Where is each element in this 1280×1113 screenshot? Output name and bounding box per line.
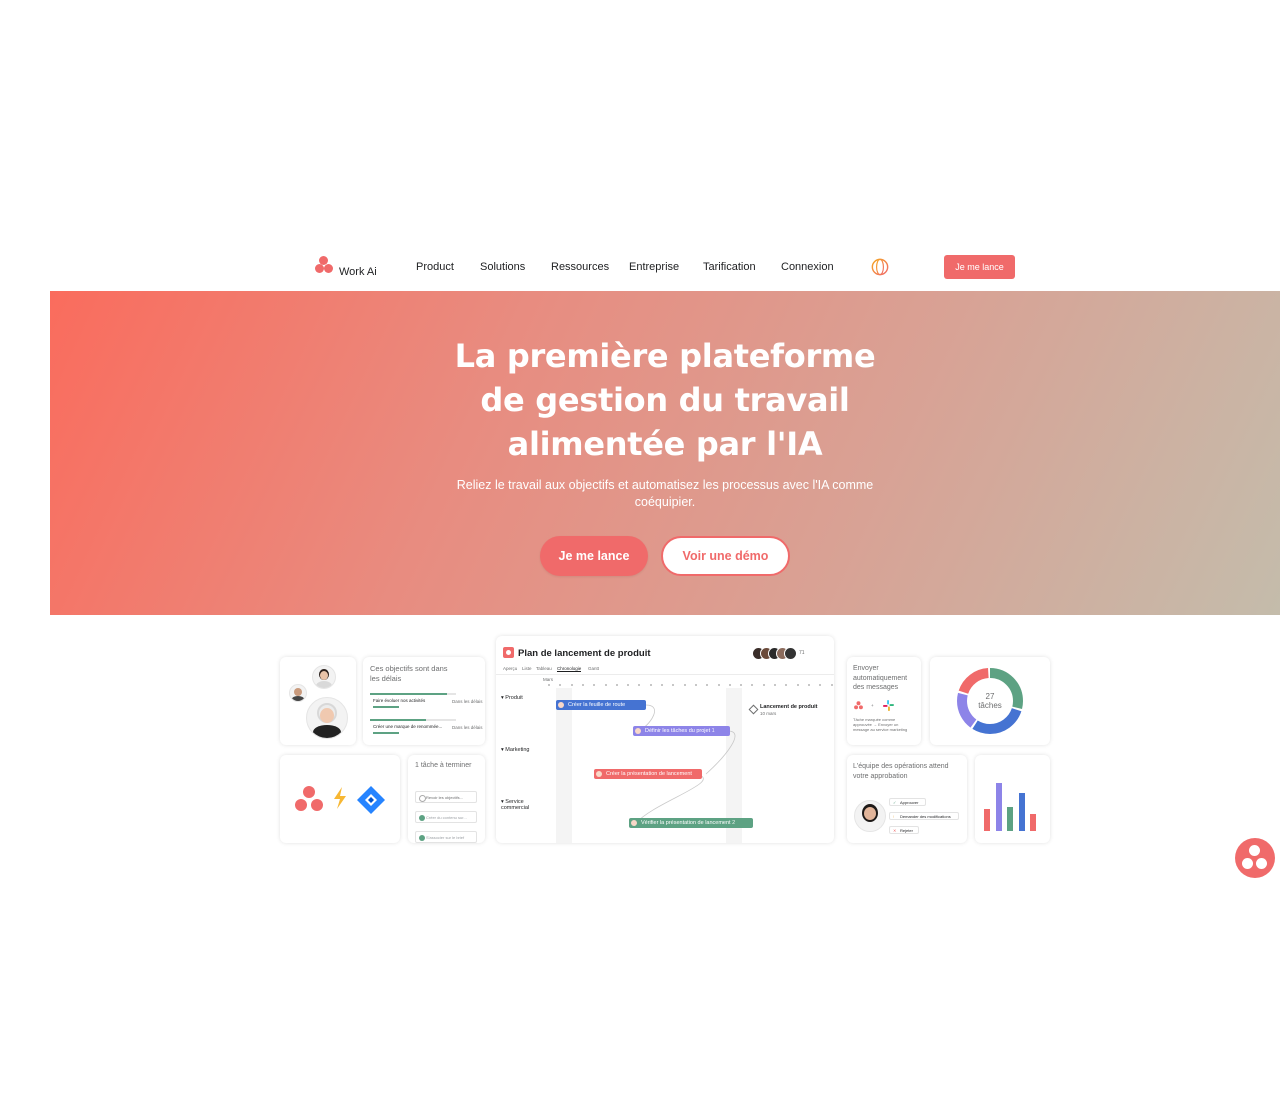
hero-title: La première plateforme de gestion du tra… xyxy=(50,334,1280,466)
asana-logo-icon xyxy=(854,701,863,710)
approval-card: L'équipe des opérations attend votre app… xyxy=(847,755,967,843)
check-circle-icon xyxy=(419,795,426,802)
request-changes-button[interactable]: ! Demander des modifications xyxy=(889,812,959,820)
lightning-icon xyxy=(334,787,346,809)
integrations-card xyxy=(280,755,400,843)
slack-logo-icon xyxy=(883,700,894,711)
automation-detail: Tâche marquée comme approuvée → Envoyer … xyxy=(853,717,908,732)
avatar xyxy=(289,684,307,702)
task-item-label: S'associer sur le brief xyxy=(426,835,465,840)
goal-item-label: Faire évoluer nos activités xyxy=(373,698,426,703)
help-widget-button[interactable] xyxy=(1235,838,1275,878)
logo-dot-icon xyxy=(315,264,324,273)
jira-logo-icon xyxy=(357,786,385,814)
mini-bar-chart xyxy=(984,783,1042,831)
mini-bar xyxy=(1007,807,1013,831)
hero-title-line: alimentée par l'IA xyxy=(507,425,823,463)
timeline-task-bar[interactable]: Vérifier la présentation de lancement 2 xyxy=(629,818,753,828)
top-nav: Work Ai Product Solutions Ressources Ent… xyxy=(0,250,1280,290)
donut-center-label: 27 tâches xyxy=(955,692,1025,710)
watch-demo-button[interactable]: Voir une démo xyxy=(661,536,790,576)
asana-logo-icon xyxy=(295,786,323,811)
logo-dot-icon xyxy=(1249,845,1260,856)
approve-button[interactable]: ✓ Approuver xyxy=(889,798,926,806)
task-item-label: Créer du contenu sur... xyxy=(426,815,467,820)
avatar xyxy=(854,800,886,832)
task-item-label: Revoir les objectifs... xyxy=(426,795,463,800)
hero-section: La première plateforme de gestion du tra… xyxy=(50,291,1280,615)
close-icon: ✕ xyxy=(893,828,897,833)
dependency-lines xyxy=(635,704,736,824)
get-started-button[interactable]: Je me lance xyxy=(540,536,648,576)
brand-name: Work Ai xyxy=(339,266,377,278)
plus-icon: + xyxy=(871,703,874,708)
timeline-task-bar[interactable]: Définir les tâches du projet 1 xyxy=(633,726,730,736)
mini-bar xyxy=(1018,792,1025,831)
donut-value: 27 xyxy=(985,692,995,701)
globe-icon[interactable] xyxy=(871,258,889,276)
goal-item-status: Dans les délais xyxy=(452,725,483,730)
goal-item-label: Créer une marque de renommée... xyxy=(373,724,443,729)
nav-link-product[interactable]: Product xyxy=(416,261,454,273)
check-circle-icon xyxy=(419,835,425,841)
bar-chart-card xyxy=(975,755,1050,843)
warning-icon: ! xyxy=(893,814,895,819)
tasks-card: 1 tâche à terminer Revoir les objectifs.… xyxy=(408,755,485,843)
avatar xyxy=(306,697,348,739)
mini-bar xyxy=(1030,814,1036,831)
timeline-task-bar[interactable]: Créer la présentation de lancement xyxy=(594,769,702,779)
nav-link-tarification[interactable]: Tarification xyxy=(703,261,756,273)
automation-card: Envoyer automatiquement des messages + T… xyxy=(847,657,921,745)
goals-card: Ces objectifs sont dans les délais Faire… xyxy=(363,657,485,745)
nav-link-ressources[interactable]: Ressources xyxy=(551,261,609,273)
logo-dot-icon xyxy=(324,264,333,273)
hero-title-line: La première plateforme xyxy=(454,337,876,375)
goal-item-status: Dans les délais xyxy=(452,699,483,704)
hero-title-line: de gestion du travail xyxy=(480,381,850,419)
avatar xyxy=(312,665,336,689)
mini-bar xyxy=(984,809,990,831)
team-avatars-card xyxy=(280,657,356,745)
goal-meta xyxy=(373,706,399,708)
logo-dot-icon xyxy=(1256,858,1267,869)
reject-button[interactable]: ✕ Rejeter xyxy=(889,826,919,834)
tasks-donut-card: 27 tâches xyxy=(930,657,1050,745)
milestone-date: 10 mars xyxy=(760,711,777,716)
nav-signup-button[interactable]: Je me lance xyxy=(944,255,1015,279)
check-icon: ✓ xyxy=(893,800,897,805)
tasks-title: 1 tâche à terminer xyxy=(415,762,472,769)
project-timeline-card: Plan de lancement de produit 71 Aperçu L… xyxy=(496,636,834,843)
nav-link-entreprise[interactable]: Entreprise xyxy=(629,261,679,273)
logo-dot-icon xyxy=(1242,858,1253,869)
mini-bar xyxy=(995,783,1002,831)
automation-title: Envoyer automatiquement des messages xyxy=(853,665,908,691)
goals-title: Ces objectifs sont dans les délais xyxy=(370,664,448,683)
brand-logo[interactable]: Work Ai xyxy=(315,256,395,282)
task-item[interactable]: Créer du contenu sur... xyxy=(415,811,477,823)
nav-link-solutions[interactable]: Solutions xyxy=(480,261,525,273)
goal-meta xyxy=(373,732,399,734)
donut-unit: tâches xyxy=(978,701,1002,710)
hero-subtitle: Reliez le travail aux objectifs et autom… xyxy=(456,478,874,509)
check-circle-icon xyxy=(419,815,425,821)
task-item[interactable]: Revoir les objectifs... xyxy=(415,791,477,803)
nav-link-connexion[interactable]: Connexion xyxy=(781,261,834,273)
approval-title: L'équipe des opérations attend votre app… xyxy=(853,763,949,780)
task-item[interactable]: S'associer sur le brief xyxy=(415,831,477,843)
milestone-label: Lancement de produit xyxy=(760,704,818,710)
timeline-task-bar[interactable]: Créer la feuille de route xyxy=(556,700,646,710)
